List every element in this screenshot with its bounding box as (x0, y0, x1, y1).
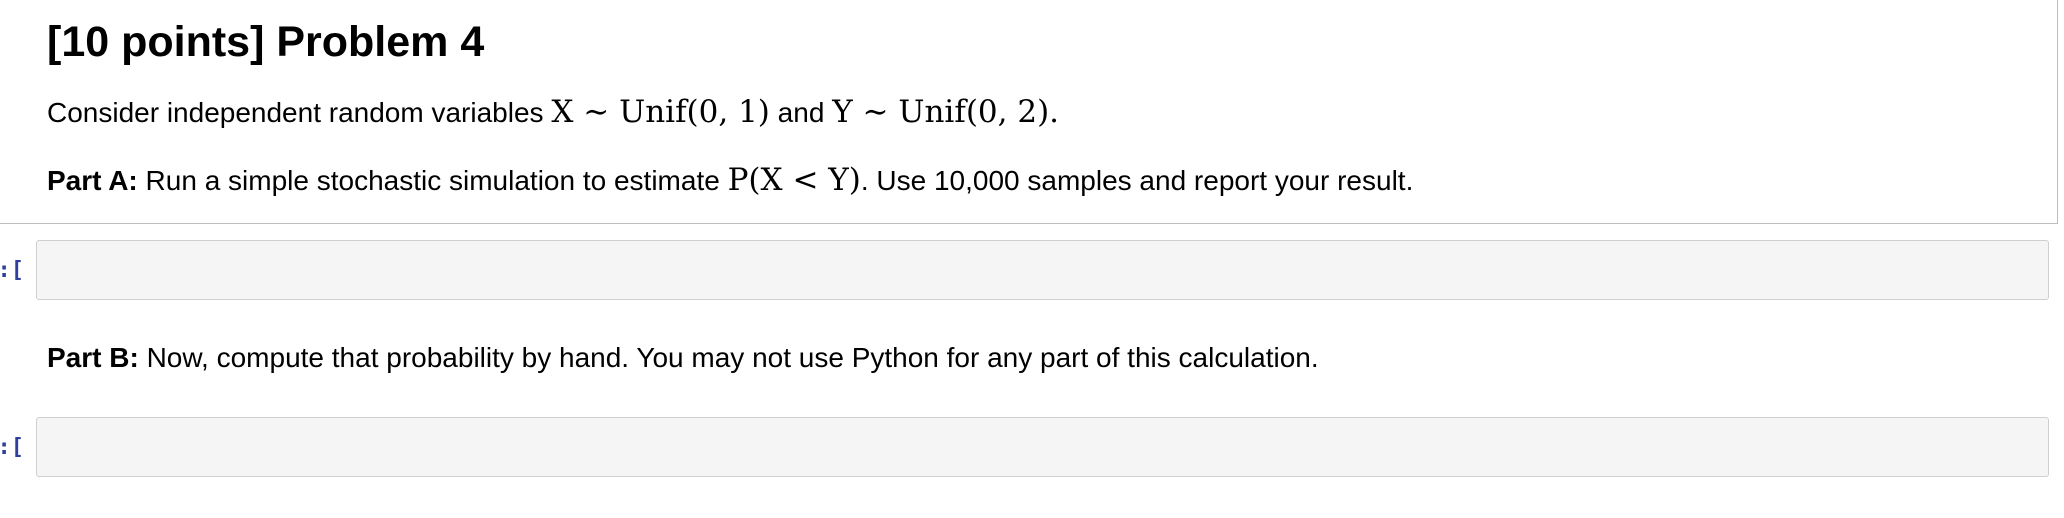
part-a-text-before: Run a simple stochastic simulation to es… (137, 165, 728, 196)
problem-intro: Consider independent random variables X … (47, 92, 1059, 133)
markdown-cell-problem-4[interactable]: [10 points] Problem 4 Consider independe… (0, 0, 2058, 224)
part-a-text: Part A: Run a simple stochastic simulati… (47, 160, 1413, 201)
cell-prompt: ]: (0, 435, 24, 460)
intro-period: . (1049, 94, 1060, 130)
x-distribution-math: X ∼ Unif(0, 1) (551, 94, 770, 130)
code-cell-part-a[interactable] (36, 240, 2049, 300)
cell-prompt: ]: (0, 258, 24, 283)
part-b-body: Now, compute that probability by hand. Y… (138, 342, 1319, 373)
intro-text: Consider independent random variables (47, 97, 552, 128)
code-cell-part-b[interactable] (36, 417, 2049, 477)
part-b-label: Part B: (47, 342, 139, 373)
probability-math: P(X < Y) (727, 162, 861, 198)
y-distribution-math: Y ∼ Unif(0, 2) (832, 94, 1050, 130)
notebook: [10 points] Problem 4 Consider independe… (0, 0, 2064, 518)
part-a-text-after: . Use 10,000 samples and report your res… (860, 165, 1414, 196)
part-b-text: Part B: Now, compute that probability by… (47, 338, 1319, 378)
intro-and: and (769, 97, 833, 128)
problem-heading: [10 points] Problem 4 (47, 18, 485, 66)
part-a-label: Part A: (47, 165, 138, 196)
